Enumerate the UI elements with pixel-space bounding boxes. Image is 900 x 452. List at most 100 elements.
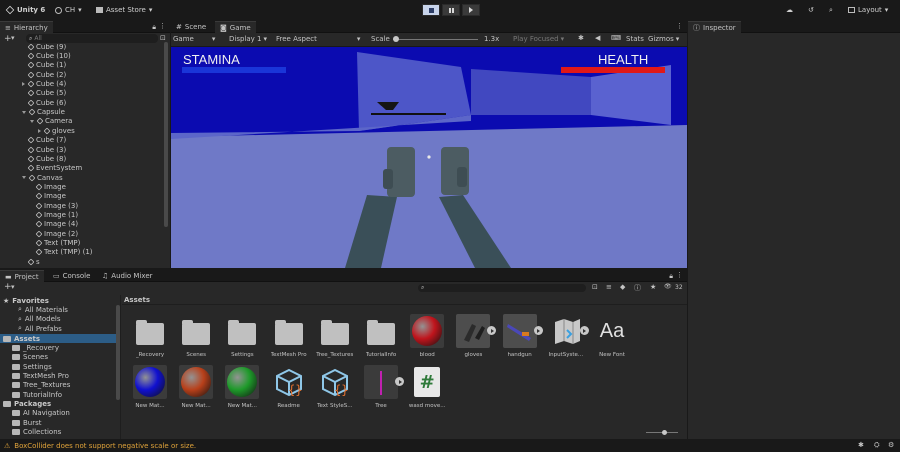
assets-subfolder[interactable]: Settings	[12, 362, 52, 371]
debug-icon[interactable]: ✱	[858, 441, 864, 449]
hierarchy-item[interactable]: Cube (9)	[0, 44, 66, 51]
packages-root[interactable]: Packages	[3, 399, 51, 408]
play-focused-dropdown[interactable]: Play Focused ▾	[513, 35, 564, 43]
hierarchy-item[interactable]: Image	[0, 182, 66, 191]
tab-game[interactable]: ◙ Game	[215, 21, 256, 33]
hierarchy-item[interactable]: Cube (4)	[0, 79, 66, 88]
game-viewport[interactable]: STAMINA HEALTH	[171, 47, 687, 268]
hierarchy-item[interactable]: gloves	[0, 126, 75, 135]
asset-tile[interactable]: New Mat...	[220, 365, 264, 415]
expand-prefab-icon[interactable]	[487, 326, 497, 335]
history-button[interactable]: ↺	[808, 4, 814, 16]
favorite-star-icon[interactable]: ★	[650, 283, 656, 291]
play-button[interactable]	[422, 4, 440, 16]
pause-button[interactable]	[442, 4, 460, 16]
asset-tile[interactable]: New Mat...	[174, 365, 218, 415]
gizmos-dropdown[interactable]: Gizmos ▾	[648, 35, 679, 43]
assets-subfolder[interactable]: TutorialInfo	[12, 390, 62, 399]
audio-mute-icon[interactable]: ◀︎	[595, 34, 600, 42]
tab-scene[interactable]: # Scene	[171, 21, 211, 33]
hierarchy-item[interactable]: Cube (1)	[0, 61, 66, 70]
thumbnail-size-handle[interactable]	[662, 430, 667, 435]
hierarchy-item[interactable]: Canvas	[0, 173, 63, 182]
more-menu-icon[interactable]: ⋮	[676, 271, 683, 279]
asset-tile[interactable]: {} Readme	[267, 365, 311, 415]
search-button[interactable]: ⌕	[829, 4, 833, 16]
asset-tile[interactable]: # wasd move...	[405, 365, 449, 415]
asset-tile[interactable]: Tree_Textures	[313, 314, 357, 364]
search-by-type-icon[interactable]: ⊡	[592, 283, 598, 291]
asset-tile[interactable]: {} Text StyleS...	[313, 365, 357, 415]
lock-icon[interactable]: 🔒︎	[669, 272, 673, 281]
hierarchy-item[interactable]: EventSystem	[0, 164, 82, 173]
favorite-item[interactable]: ⌕ All Prefabs	[18, 324, 62, 333]
lock-icon[interactable]: 🔒︎	[152, 23, 156, 32]
asset-tile[interactable]: Tree	[359, 365, 404, 415]
favorites-root[interactable]: ★ Favorites	[3, 296, 49, 305]
chevron-down-icon[interactable]	[30, 119, 34, 123]
label-tag-icon[interactable]: ◆	[620, 283, 625, 291]
account-dropdown[interactable]: CH ▾	[55, 4, 82, 16]
package-folder[interactable]: AI Navigation	[12, 409, 70, 418]
tab-inspector[interactable]: ⓘ Inspector	[688, 21, 741, 33]
scale-slider-handle[interactable]	[393, 36, 399, 42]
favorite-item[interactable]: ⌕ All Materials	[18, 305, 68, 314]
chevron-right-icon[interactable]	[38, 128, 41, 133]
status-bar[interactable]: ⚠ BoxCollider does not support negative …	[0, 439, 900, 452]
more-menu-icon[interactable]: ⋮	[159, 22, 166, 30]
unity-menu-button[interactable]: Unity 6	[5, 4, 45, 16]
hierarchy-item[interactable]: Cube (3)	[0, 145, 66, 154]
more-menu-icon[interactable]: ⋮	[676, 22, 683, 30]
expand-prefab-icon[interactable]	[533, 326, 543, 335]
project-tree-scrollbar[interactable]	[116, 305, 120, 400]
progress-icon[interactable]: ⛭	[874, 441, 880, 450]
hierarchy-scrollbar[interactable]	[164, 42, 168, 227]
asset-tile[interactable]: Settings	[220, 314, 264, 364]
thumbnail-size-slider[interactable]	[646, 430, 678, 435]
scene-filter-icon[interactable]: ⊡	[160, 34, 166, 42]
tab-audio-mixer[interactable]: ♫ Audio Mixer	[97, 270, 158, 282]
tab-console[interactable]: ▭ Console	[48, 270, 95, 282]
hierarchy-item[interactable]: s	[0, 257, 40, 266]
hierarchy-item[interactable]: Image (2)	[0, 229, 78, 238]
hierarchy-item[interactable]: Cube (10)	[0, 51, 71, 60]
hierarchy-item[interactable]: Image	[0, 192, 66, 201]
asset-tile[interactable]: New Mat...	[128, 365, 172, 415]
chevron-right-icon[interactable]	[22, 82, 25, 87]
asset-tile[interactable]: handgun	[498, 314, 543, 364]
tab-project[interactable]: ▬ Project	[0, 270, 44, 282]
aspect-dropdown[interactable]: Free Aspect ▾	[276, 35, 360, 43]
hierarchy-item[interactable]: Capsule	[0, 107, 65, 116]
hierarchy-item[interactable]: Cube (8)	[0, 154, 66, 163]
expand-asset-icon[interactable]	[579, 326, 589, 335]
hierarchy-item[interactable]: Image (4)	[0, 220, 78, 229]
asset-tile[interactable]: TutorialInfo	[359, 314, 403, 364]
hierarchy-item[interactable]: Cube (5)	[0, 89, 66, 98]
layout-dropdown[interactable]: Layout ▾	[848, 4, 888, 16]
asset-store-dropdown[interactable]: Asset Store ▾	[96, 4, 152, 16]
assets-subfolder[interactable]: Scenes	[12, 353, 48, 362]
hierarchy-item[interactable]: Image (3)	[0, 201, 78, 210]
package-folder[interactable]: Collections	[12, 427, 61, 436]
tab-hierarchy[interactable]: ≡ Hierarchy	[0, 21, 53, 33]
hidden-packages-icon[interactable]: 👁︎	[664, 283, 672, 290]
keyboard-icon[interactable]: ⌨	[611, 34, 621, 42]
game-mode-dropdown[interactable]: Game ▾	[173, 35, 215, 43]
project-search-field[interactable]: ⌕	[418, 284, 586, 292]
settings-icon[interactable]: ⚙	[888, 441, 894, 449]
assets-subfolder[interactable]: _Recovery	[12, 344, 59, 353]
filter-icon[interactable]: ≡	[606, 283, 612, 291]
chevron-down-icon[interactable]	[22, 110, 26, 114]
asset-tile[interactable]: Scenes	[174, 314, 218, 364]
hierarchy-item[interactable]: Text (TMP)	[0, 238, 80, 247]
assets-subfolder[interactable]: TextMesh Pro	[12, 371, 69, 380]
display-dropdown[interactable]: Display 1 ▾	[229, 35, 267, 43]
expand-prefab-icon[interactable]	[395, 377, 404, 386]
hierarchy-item[interactable]: Cube (6)	[0, 98, 66, 107]
chevron-down-icon[interactable]	[22, 176, 26, 180]
asset-tile[interactable]: blood	[405, 314, 449, 364]
hierarchy-item[interactable]: Cube (2)	[0, 70, 66, 79]
scale-slider[interactable]	[393, 36, 478, 42]
package-folder[interactable]: Burst	[12, 418, 42, 427]
step-button[interactable]	[462, 4, 480, 16]
